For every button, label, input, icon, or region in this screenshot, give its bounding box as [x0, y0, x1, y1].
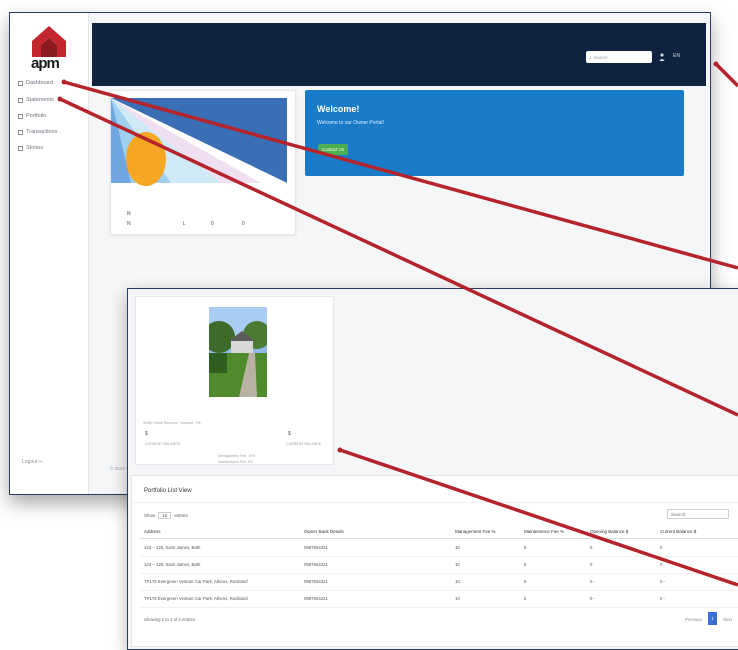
column-header-current-balance[interactable]: Current Balance $ — [660, 529, 696, 534]
cell-opening-balance: 0 — [590, 562, 593, 567]
header-divider — [140, 538, 738, 539]
list-icon — [18, 145, 23, 151]
cell-maintenance-fee: 5 — [524, 579, 527, 584]
profile-card: N N L 0 0 — [110, 90, 296, 235]
search-placeholder: Search — [593, 54, 608, 60]
sidebar-item-stories[interactable]: Stories — [18, 145, 43, 151]
logout-link[interactable]: Logout ⇨ — [22, 459, 43, 465]
callout-line-header — [714, 62, 738, 88]
cell-address: 123 – 125, Saint James, Bath — [144, 545, 201, 550]
property-value-right: $ — [288, 431, 291, 437]
welcome-title: Welcome! — [317, 104, 360, 114]
sidebar-item-label: Dashboard — [26, 80, 53, 86]
table-row[interactable]: TP176 Evergreen Venture Car Park, Athens… — [140, 591, 738, 608]
pagination-page[interactable]: 1 — [708, 612, 717, 625]
stat-value: L — [183, 221, 186, 227]
entries-label: entries — [174, 513, 188, 518]
divider — [132, 502, 738, 503]
sidebar-item-dashboard[interactable]: Dashboard — [18, 80, 53, 86]
table-row[interactable]: 123 – 125, Saint James, Bath 0987654321 … — [140, 540, 738, 557]
property-caption: Smith Home Services · Ashford · PA — [143, 421, 201, 425]
management-fee-line: Management Fee: 10% — [218, 454, 256, 458]
cell-address: TP176 Evergreen Venture Car Park, Athens… — [144, 579, 248, 584]
cell-bank: 0987654321 — [304, 579, 328, 584]
cell-current-balance: 0 — [660, 562, 663, 567]
property-image — [209, 307, 267, 397]
portfolio-list-panel: Portfolio List View Show 10 entries Sear… — [131, 475, 738, 647]
pagination-previous[interactable]: Previous — [685, 617, 702, 622]
cell-maintenance-fee: 5 — [524, 562, 527, 567]
table-info: Showing 1 to 4 of 4 entries — [144, 617, 195, 622]
entries-select[interactable]: 10 — [158, 512, 172, 519]
sidebar-item-label: Transactions — [26, 129, 58, 135]
cell-management-fee: 10 — [455, 579, 460, 584]
cell-bank: 0987654321 — [304, 562, 328, 567]
table-row[interactable]: 123 – 125, Saint James, Bath 0987654321 … — [140, 557, 738, 574]
header-search-input[interactable]: ⌕ Search — [586, 51, 652, 63]
sidebar-item-portfolio[interactable]: Portfolio — [18, 113, 46, 119]
welcome-card: Welcome! Welcome to our Owner Portal! Co… — [305, 90, 684, 176]
cell-maintenance-fee: 5 — [524, 545, 527, 550]
column-header-maintenance-fee[interactable]: Maintenance Fee % — [524, 529, 564, 534]
home-icon — [18, 113, 23, 119]
stat-value: 0 — [211, 221, 214, 227]
contact-us-button[interactable]: Contact Us — [318, 144, 348, 155]
callout-dot — [713, 61, 719, 67]
cell-opening-balance: 0 - — [590, 596, 596, 601]
user-icon[interactable] — [659, 53, 665, 61]
cell-management-fee: 10 — [455, 562, 460, 567]
cell-current-balance: 0 - — [660, 596, 666, 601]
sidebar-item-label: Stories — [26, 145, 44, 151]
show-label: Show — [144, 513, 156, 518]
property-photo — [209, 307, 267, 397]
sidebar-item-label: Statements — [26, 97, 54, 103]
property-value-left: $ — [145, 431, 148, 437]
cell-opening-balance: 0 — [590, 545, 593, 550]
cell-address: 123 – 125, Saint James, Bath — [144, 562, 201, 567]
column-header-address[interactable]: Address — [144, 529, 161, 534]
dollar-icon — [18, 129, 23, 135]
portfolio-list-title: Portfolio List View — [144, 488, 192, 494]
table-search-input[interactable]: Search: — [667, 509, 729, 519]
stat-value: 0 — [242, 221, 245, 227]
cell-bank: 0987654321 — [304, 545, 328, 550]
column-header-opening-balance[interactable]: Opening Balance $ — [590, 529, 628, 534]
property-label-right: CURRENT BALANCE — [286, 442, 322, 446]
sidebar-item-label: Portfolio — [26, 113, 47, 119]
logo-text: apm — [31, 55, 60, 72]
chart-icon — [18, 80, 23, 86]
cell-current-balance: 0 - — [660, 579, 666, 584]
search-icon: ⌕ — [589, 54, 592, 60]
column-header-bank[interactable]: Owner Bank Details — [304, 529, 344, 534]
language-selector[interactable]: EN — [673, 53, 680, 59]
cell-opening-balance: 0 - — [590, 579, 596, 584]
document-icon — [18, 97, 23, 103]
cell-management-fee: 10 — [455, 596, 460, 601]
column-header-management-fee[interactable]: Management Fee % — [455, 529, 496, 534]
pagination-next[interactable]: Next — [723, 617, 732, 622]
cell-bank: 0987654321 — [304, 596, 328, 601]
cell-maintenance-fee: 5 — [524, 596, 527, 601]
property-label-left: CURRENT BALANCE — [145, 442, 181, 446]
cell-current-balance: 0 — [660, 545, 663, 550]
apm-logo[interactable]: apm — [24, 23, 74, 73]
cell-management-fee: 10 — [455, 545, 460, 550]
show-entries-control: Show 10 entries — [144, 512, 188, 519]
footer-copyright: © 2023 – — [110, 466, 129, 471]
profile-avatar — [126, 132, 166, 186]
welcome-subtitle: Welcome to our Owner Portal! — [317, 120, 384, 126]
stat-label: N — [127, 221, 131, 227]
property-card: Smith Home Services · Ashford · PA $ $ C… — [135, 296, 334, 465]
sidebar-item-transactions[interactable]: Transactions — [18, 129, 57, 135]
sidebar: apm Dashboard Statements Portfolio Trans… — [10, 13, 89, 494]
maintenance-fee-line: Maintenance Fee: 5% — [218, 460, 253, 464]
sidebar-item-statements[interactable]: Statements — [18, 97, 54, 103]
stat-label: N — [127, 211, 131, 217]
cell-address: TP176 Evergreen Venture Car Park, Athens… — [144, 596, 248, 601]
table-row[interactable]: TP176 Evergreen Venture Car Park, Athens… — [140, 574, 738, 591]
portfolio-window: Smith Home Services · Ashford · PA $ $ C… — [127, 288, 738, 650]
